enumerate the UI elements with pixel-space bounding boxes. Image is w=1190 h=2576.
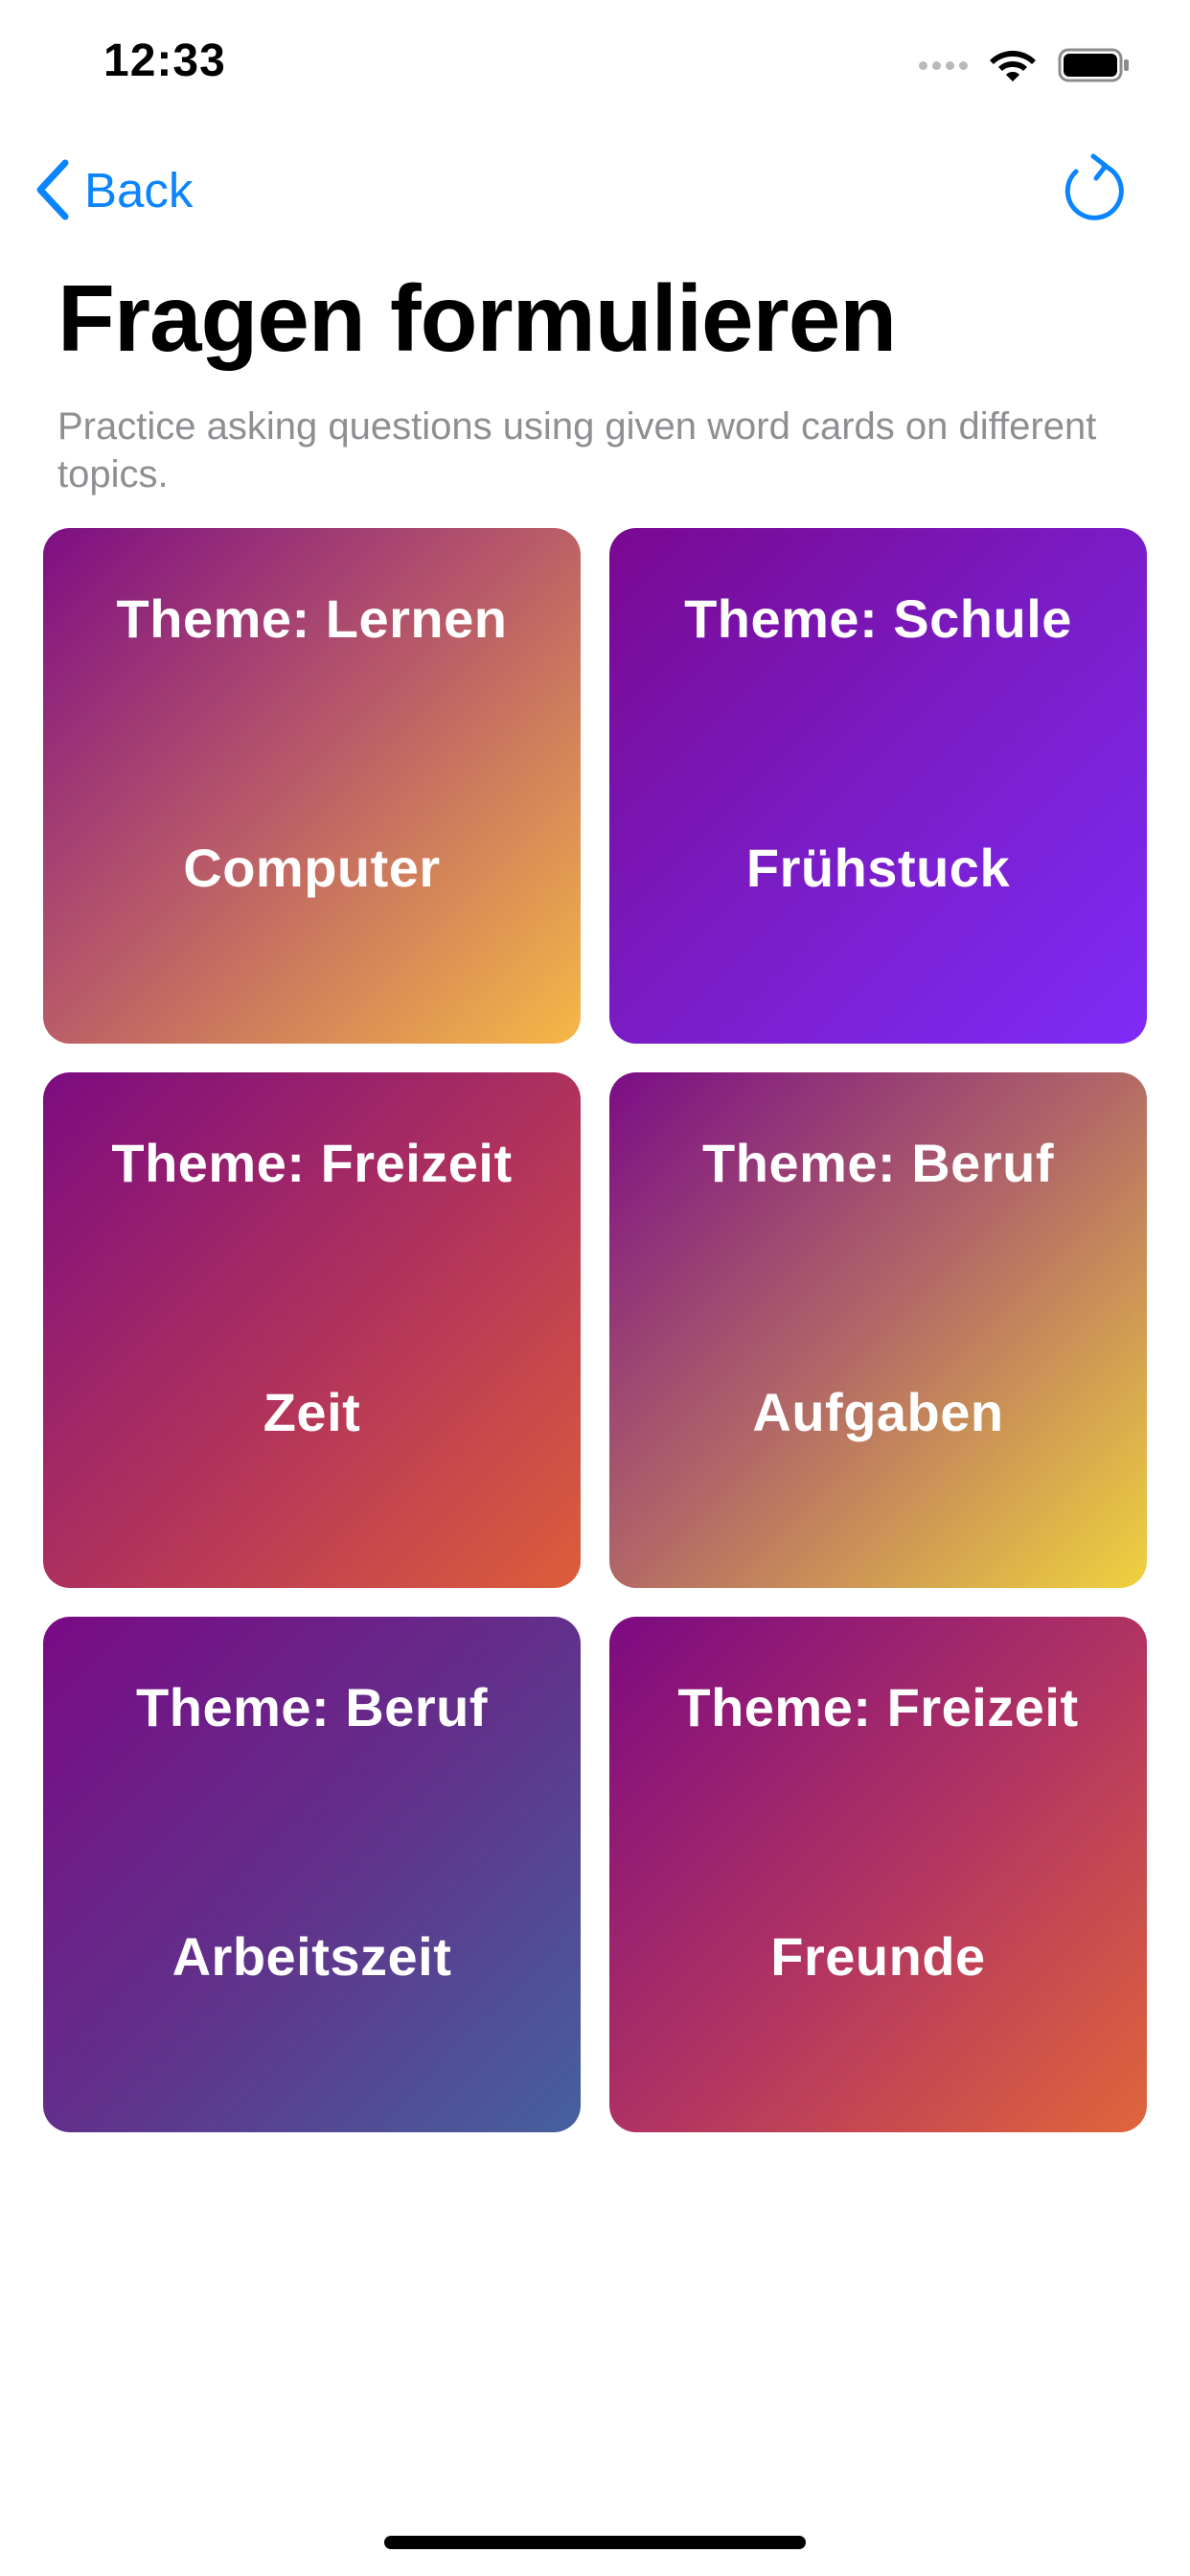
battery-icon [1058, 48, 1129, 82]
status-icons [919, 44, 1131, 86]
card-word: Aufgaben [752, 1382, 1004, 1442]
chevron-left-icon [36, 159, 69, 220]
back-label: Back [84, 162, 194, 218]
card-theme: Theme: Freizeit [677, 1677, 1079, 1737]
back-button[interactable]: Back [34, 155, 193, 224]
topic-card-schule-fruhstuck[interactable]: Theme: Schule Frühstuck [609, 528, 1147, 1044]
topic-card-freizeit-freunde[interactable]: Theme: Freizeit Freunde [609, 1617, 1147, 2132]
card-theme: Theme: Beruf [136, 1677, 488, 1737]
card-theme: Theme: Schule [684, 588, 1072, 649]
card-word: Computer [183, 838, 441, 898]
card-theme: Theme: Beruf [702, 1133, 1054, 1193]
topic-card-beruf-arbeitszeit[interactable]: Theme: Beruf Arbeitszeit [43, 1617, 581, 2132]
page-subtitle: Practice asking questions using given wo… [57, 405, 1097, 495]
refresh-icon [1064, 153, 1124, 220]
status-bar: 12:33 [0, 0, 1190, 126]
card-grid: Theme: Lernen Computer Theme: Schule Frü… [43, 528, 1147, 2132]
wifi-icon [990, 51, 1036, 81]
refresh-button[interactable] [1056, 151, 1133, 228]
cellular-signal-icon [919, 60, 968, 70]
page-title: Fragen formulieren [57, 265, 897, 371]
topic-card-freizeit-zeit[interactable]: Theme: Freizeit Zeit [43, 1072, 581, 1588]
home-indicator[interactable] [384, 2536, 806, 2549]
status-time: 12:33 [103, 35, 226, 86]
card-word: Frühstuck [745, 838, 1011, 898]
card-word: Arbeitszeit [172, 1926, 452, 1987]
topic-card-lernen-computer[interactable]: Theme: Lernen Computer [43, 528, 581, 1044]
card-word: Freunde [770, 1926, 986, 1987]
card-theme: Theme: Lernen [116, 588, 508, 649]
topic-card-beruf-aufgaben[interactable]: Theme: Beruf Aufgaben [609, 1072, 1147, 1588]
card-word: Zeit [263, 1382, 361, 1442]
card-theme: Theme: Freizeit [111, 1133, 513, 1193]
